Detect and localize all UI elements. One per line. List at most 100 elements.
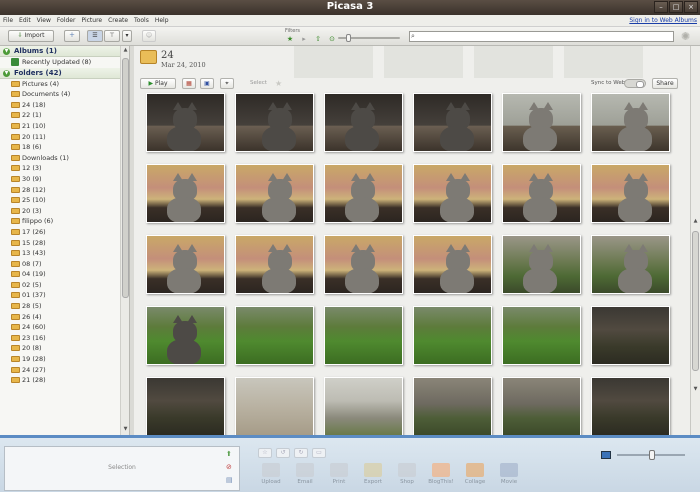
photo-thumbnail[interactable] [502,377,581,435]
add-to-album-icon[interactable]: ▤ [226,476,233,484]
photo-thumbnail[interactable] [146,164,225,223]
photo-thumbnail[interactable] [502,93,581,152]
scroll-down-icon[interactable]: ▼ [692,386,699,393]
photo-thumbnail[interactable] [591,93,670,152]
sidebar-scroll-thumb[interactable] [122,58,129,298]
photo-thumbnail[interactable] [146,235,225,294]
photo-thumbnail[interactable] [235,164,314,223]
thumbnail[interactable] [294,46,373,78]
add-to-album-button[interactable]: ＋ [64,30,80,42]
menu-folder[interactable]: Folder [57,17,76,24]
photo-thumbnail[interactable] [235,93,314,152]
folder-item[interactable]: 22 (1) [0,110,129,121]
tray-action-blogthis[interactable]: BlogThis! [428,463,454,485]
gear-icon[interactable]: ✺ [681,30,690,43]
thumbnail-size-knob[interactable] [649,450,655,460]
photo-thumbnail[interactable] [591,377,670,435]
collapse-icon[interactable]: ▼ [3,69,10,77]
tray-action-shop[interactable]: Shop [394,463,420,485]
photo-thumbnail[interactable] [235,306,314,365]
folder-item[interactable]: 20 (11) [0,132,129,143]
folder-item[interactable]: 28 (5) [0,301,129,312]
menu-edit[interactable]: Edit [19,17,31,24]
folder-item[interactable]: 15 (28) [0,238,129,249]
photo-thumbnail[interactable] [146,93,225,152]
folder-item[interactable]: 21 (28) [0,375,129,386]
thumbnail[interactable] [564,46,643,78]
view-tree-button[interactable]: ⊤ [104,30,120,42]
view-list-button[interactable]: ☰ [87,30,103,42]
sync-toggle[interactable] [624,79,646,88]
folder-item[interactable]: 25 (10) [0,195,129,206]
tray-action-email[interactable]: Email [292,463,318,485]
movie-button[interactable]: ▣ [200,78,214,89]
photo-thumbnail[interactable] [591,164,670,223]
menu-file[interactable]: File [3,17,13,24]
folder-item[interactable]: 18 (6) [0,142,129,153]
folder-item[interactable]: 28 (12) [0,185,129,196]
star-icon[interactable]: ★ [275,79,282,88]
folder-item[interactable]: 24 (27) [0,365,129,376]
menu-create[interactable]: Create [108,17,128,24]
view-dropdown-button[interactable]: ▾ [122,30,132,42]
menu-tools[interactable]: Tools [134,17,149,24]
photo-thumbnail[interactable] [146,377,225,435]
geotag-filter-icon[interactable]: ⊙ [327,35,337,43]
edit-tool-icon[interactable]: ▭ [312,448,326,458]
tray-action-movie[interactable]: Movie [496,463,522,485]
scroll-up-icon[interactable]: ▲ [692,218,699,225]
scroll-up-icon[interactable]: ▲ [122,47,129,54]
tray-action-print[interactable]: Print [326,463,352,485]
clear-icon[interactable]: ⊘ [226,463,233,471]
play-button[interactable]: ▶ Play [140,78,176,89]
menu-picture[interactable]: Picture [81,17,102,24]
photo-thumbnail[interactable] [413,377,492,435]
photo-thumbnail[interactable] [591,235,670,294]
tray-action-export[interactable]: Export [360,463,386,485]
import-button[interactable]: ⇩ Import [8,30,54,42]
geotag-button[interactable]: ⌖ [220,78,234,89]
photo-thumbnail[interactable] [413,306,492,365]
rotate-right-icon[interactable]: ↻ [294,448,308,458]
scroll-down-icon[interactable]: ▼ [122,426,129,433]
folder-item[interactable]: filippo (6) [0,216,129,227]
photo-thumbnail[interactable] [502,235,581,294]
folder-item[interactable]: 17 (26) [0,227,129,238]
people-button[interactable]: ☺ [142,30,156,42]
folders-header[interactable]: ▼ Folders (42) [0,67,129,79]
photo-thumbnail[interactable] [324,93,403,152]
folder-item[interactable]: 13 (43) [0,248,129,259]
menu-view[interactable]: View [37,17,51,24]
album-item[interactable]: Recently Updated (8) [0,57,129,68]
folder-item[interactable]: 08 (7) [0,259,129,270]
photo-thumbnail[interactable] [324,377,403,435]
photo-thumbnail[interactable] [324,164,403,223]
star-filter-icon[interactable]: ★ [285,35,295,43]
collapse-icon[interactable]: ▼ [3,48,10,55]
photo-thumbnail[interactable] [235,235,314,294]
rotate-left-icon[interactable]: ↺ [276,448,290,458]
thumbnail-size-slider[interactable] [617,450,685,460]
tray-action-upload[interactable]: Upload [258,463,284,485]
folder-item[interactable]: 30 (9) [0,174,129,185]
folder-item[interactable]: 04 (19) [0,269,129,280]
photo-thumbnail[interactable] [591,306,670,365]
upload-filter-icon[interactable]: ⇧ [313,35,323,43]
star-tool-icon[interactable]: ☆ [258,448,272,458]
photo-thumbnail[interactable] [413,235,492,294]
close-button[interactable]: × [684,1,698,13]
selection-tray[interactable]: Selection [4,446,240,491]
main-scrollbar[interactable]: ▲ ▼ [690,46,700,435]
folder-item[interactable]: Pictures (4) [0,79,129,90]
select-label[interactable]: Select [250,80,267,86]
filter-slider[interactable] [338,34,400,42]
hold-icon[interactable]: ⬆ [226,450,233,458]
sign-in-link[interactable]: Sign in to Web Albums [629,17,697,24]
photo-thumbnail[interactable] [324,235,403,294]
albums-header[interactable]: ▼ Albums (1) [0,46,129,57]
share-button[interactable]: Share [652,78,678,89]
folder-item[interactable]: 02 (5) [0,280,129,291]
folder-item[interactable]: 12 (3) [0,163,129,174]
menu-help[interactable]: Help [155,17,169,24]
folder-item[interactable]: 19 (28) [0,354,129,365]
